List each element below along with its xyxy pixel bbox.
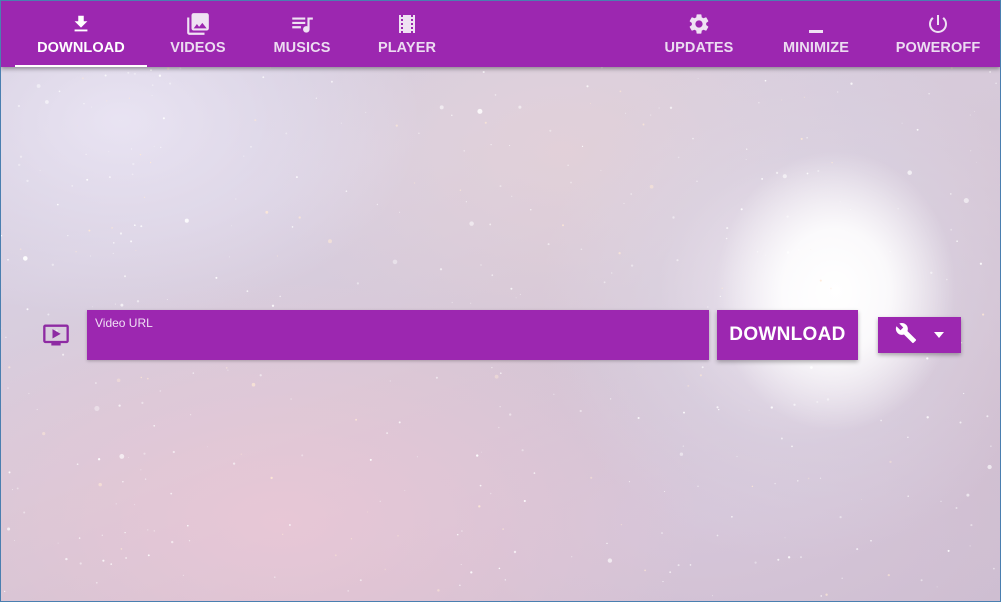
app-window: DOWNLOAD VIDEOS MUSICS PLAYER UPDATES MI… bbox=[0, 0, 1001, 602]
tab-download-label: DOWNLOAD bbox=[37, 40, 125, 56]
ondemand-video-icon bbox=[41, 321, 71, 349]
poweroff-label: POWEROFF bbox=[895, 40, 981, 56]
tab-player-label: PLAYER bbox=[377, 40, 437, 56]
video-url-input[interactable] bbox=[95, 330, 701, 356]
photo-library-icon bbox=[185, 11, 211, 37]
tab-videos-label: VIDEOS bbox=[170, 40, 226, 56]
poweroff-button[interactable]: POWEROFF bbox=[891, 1, 985, 67]
minimize-icon bbox=[803, 11, 829, 37]
film-icon bbox=[394, 11, 420, 37]
video-url-field[interactable]: Video URL bbox=[87, 310, 709, 360]
download-icon bbox=[68, 11, 94, 37]
top-nav-bar: DOWNLOAD VIDEOS MUSICS PLAYER UPDATES MI… bbox=[1, 1, 1000, 67]
caret-down-icon bbox=[933, 326, 945, 344]
download-button[interactable]: DOWNLOAD bbox=[717, 310, 858, 360]
tab-musics[interactable]: MUSICS bbox=[263, 1, 341, 67]
video-url-label: Video URL bbox=[95, 316, 153, 330]
tab-download[interactable]: DOWNLOAD bbox=[15, 1, 147, 67]
minimize-button[interactable]: MINIMIZE bbox=[773, 1, 859, 67]
updates-label: UPDATES bbox=[664, 40, 734, 56]
tab-player[interactable]: PLAYER bbox=[367, 1, 447, 67]
minimize-label: MINIMIZE bbox=[782, 40, 850, 56]
tools-dropdown-button[interactable] bbox=[878, 317, 961, 353]
space-background bbox=[1, 66, 1000, 601]
wrench-icon bbox=[895, 322, 917, 349]
tab-musics-label: MUSICS bbox=[273, 40, 331, 56]
gear-icon bbox=[686, 11, 712, 37]
queue-music-icon bbox=[289, 11, 315, 37]
tab-videos[interactable]: VIDEOS bbox=[159, 1, 237, 67]
power-icon bbox=[925, 11, 951, 37]
active-tab-indicator bbox=[15, 65, 147, 67]
updates-button[interactable]: UPDATES bbox=[657, 1, 741, 67]
